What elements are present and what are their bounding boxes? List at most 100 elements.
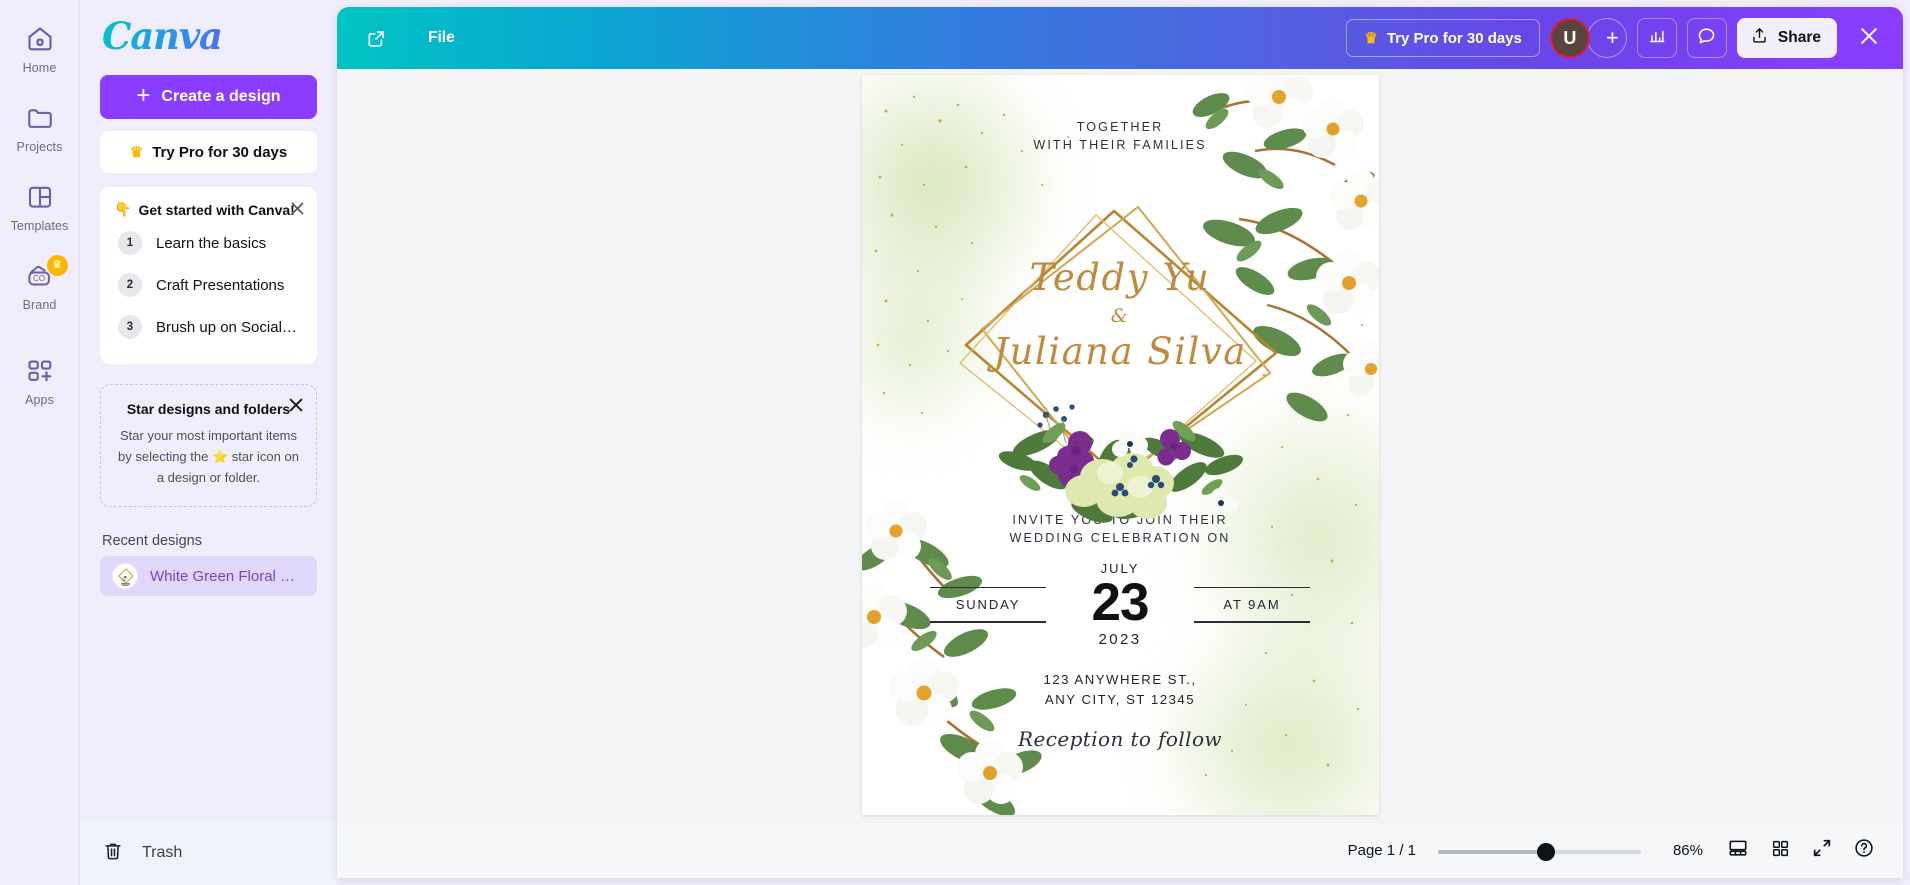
time-box[interactable]: AT 9AM bbox=[1186, 586, 1318, 623]
close-editor-button[interactable] bbox=[1849, 18, 1889, 58]
trash-icon bbox=[102, 840, 124, 867]
star-card-close-icon[interactable] bbox=[286, 395, 306, 415]
rule-bottom bbox=[930, 621, 1046, 623]
date-block: SUNDAY JULY 23 2023 AT 9AM bbox=[862, 561, 1379, 648]
time: AT 9AM bbox=[1223, 597, 1281, 613]
design-canvas-area[interactable]: TOGETHER WITH THEIR FAMILIES Teddy Yu & … bbox=[337, 69, 1903, 822]
editor-window: File ♛ Try Pro for 30 days U + Share TOG… bbox=[337, 7, 1903, 878]
sidebar-item-brand[interactable]: CO ♛ Brand bbox=[4, 255, 76, 312]
editor-bottombar: Page 1 / 1 86% bbox=[337, 822, 1903, 878]
zoom-level[interactable]: 86% bbox=[1663, 842, 1703, 859]
name-one: Teddy Yu bbox=[1029, 255, 1211, 299]
step-label: Learn the basics bbox=[156, 234, 267, 252]
year: 2023 bbox=[1098, 631, 1142, 649]
templates-icon bbox=[25, 182, 55, 212]
help-button[interactable] bbox=[1843, 830, 1885, 872]
get-started-item-2[interactable]: 2 Craft Presentations bbox=[114, 264, 303, 306]
center-date[interactable]: JULY 23 2023 bbox=[1054, 561, 1186, 648]
invitation-card[interactable]: TOGETHER WITH THEIR FAMILIES Teddy Yu & … bbox=[861, 75, 1379, 815]
canva-logo[interactable]: Canva bbox=[102, 18, 337, 55]
pointing-hand-icon: 👇 bbox=[114, 201, 132, 217]
rule-bottom bbox=[1194, 621, 1310, 623]
pro-crown-badge: ♛ bbox=[46, 255, 68, 276]
couple-names[interactable]: Teddy Yu & Juliana Silva bbox=[862, 259, 1379, 370]
star-card-body: Star your most important items by select… bbox=[118, 428, 299, 486]
star-designs-card: Star designs and folders Star your most … bbox=[100, 384, 317, 508]
crown-icon: ♛ bbox=[129, 144, 144, 161]
name-two: Juliana Silva bbox=[993, 329, 1247, 373]
home-icon bbox=[25, 24, 55, 54]
design-thumbnail bbox=[112, 563, 138, 590]
reception-text[interactable]: Reception to follow bbox=[1018, 727, 1222, 751]
canva-app: Home Projects Templates CO ♛ Brand Apps … bbox=[0, 0, 1910, 885]
close-icon bbox=[1859, 26, 1879, 51]
central-bouquet bbox=[998, 404, 1243, 523]
fullscreen-icon bbox=[1811, 837, 1833, 864]
get-started-item-3[interactable]: 3 Brush up on Social Me... bbox=[114, 306, 303, 348]
comments-button[interactable] bbox=[1686, 18, 1727, 58]
share-label: Share bbox=[1777, 29, 1821, 46]
sidebar-item-label: Templates bbox=[10, 219, 69, 233]
grid-view-icon bbox=[1770, 838, 1791, 864]
bar-chart-icon bbox=[1647, 26, 1667, 51]
step-label: Craft Presentations bbox=[156, 276, 285, 294]
get-started-header: 👇 Get started with Canva! bbox=[114, 201, 303, 218]
zoom-slider-fill bbox=[1438, 849, 1546, 854]
star-card-title: Star designs and folders bbox=[126, 401, 291, 417]
ampersand: & bbox=[1110, 304, 1130, 327]
page-counter: Page 1 / 1 bbox=[1347, 842, 1416, 859]
recent-designs-heading: Recent designs bbox=[102, 533, 202, 550]
address-text[interactable]: 123 ANYWHERE ST., ANY CITY, ST 12345 bbox=[1043, 670, 1196, 710]
sidebar-item-projects[interactable]: Projects bbox=[4, 103, 76, 154]
file-menu-button[interactable]: File bbox=[415, 22, 468, 54]
zoom-slider-handle[interactable] bbox=[1536, 842, 1555, 861]
side-panel: Canva + Create a design ♛ Try Pro for 30… bbox=[80, 0, 337, 885]
get-started-card: 👇 Get started with Canva! 1 Learn the ba… bbox=[100, 187, 317, 364]
step-number: 3 bbox=[118, 315, 142, 339]
sidebar-item-apps[interactable]: Apps bbox=[4, 356, 76, 407]
editor-topbar: File ♛ Try Pro for 30 days U + Share bbox=[337, 7, 1903, 69]
plus-icon: + bbox=[136, 82, 151, 109]
avatar[interactable]: U bbox=[1549, 18, 1590, 58]
sidebar-item-label: Home bbox=[22, 61, 57, 75]
grid-view-button[interactable] bbox=[1759, 830, 1801, 872]
create-a-design-button[interactable]: + Create a design bbox=[100, 75, 317, 119]
sidebar-item-label: Brand bbox=[22, 298, 57, 312]
try-pro-label: Try Pro for 30 days bbox=[152, 143, 288, 161]
add-people-button[interactable]: + bbox=[1586, 18, 1627, 58]
day-number: 23 bbox=[1091, 573, 1150, 633]
step-number: 1 bbox=[118, 231, 142, 255]
folder-icon bbox=[25, 103, 55, 133]
sidebar-item-label: Apps bbox=[25, 393, 54, 407]
try-pro-label: Try Pro for 30 days bbox=[1386, 29, 1522, 47]
day-name: SUNDAY bbox=[955, 597, 1021, 613]
recent-design-item[interactable]: White Green Floral Wat... bbox=[100, 556, 317, 597]
try-pro-sidebar-button[interactable]: ♛ Try Pro for 30 days bbox=[100, 131, 317, 173]
sidebar-item-templates[interactable]: Templates bbox=[4, 182, 76, 233]
insights-button[interactable] bbox=[1636, 18, 1677, 58]
plus-icon: + bbox=[1605, 25, 1619, 50]
get-started-close-icon[interactable] bbox=[287, 198, 307, 218]
day-name-box[interactable]: SUNDAY bbox=[922, 586, 1054, 623]
open-in-new-icon[interactable] bbox=[359, 21, 393, 55]
step-number: 2 bbox=[118, 273, 142, 297]
fullscreen-button[interactable] bbox=[1801, 830, 1843, 872]
try-pro-top-button[interactable]: ♛ Try Pro for 30 days bbox=[1346, 19, 1540, 57]
help-icon bbox=[1853, 837, 1875, 864]
upload-icon bbox=[1750, 26, 1769, 50]
left-rail: Home Projects Templates CO ♛ Brand Apps bbox=[0, 0, 80, 885]
topbar-right-group: ♛ Try Pro for 30 days U + Share bbox=[1346, 18, 1889, 58]
apps-icon bbox=[25, 356, 55, 386]
crown-icon: ♛ bbox=[1364, 30, 1378, 47]
sidebar-item-home[interactable]: Home bbox=[4, 24, 76, 75]
trash-item[interactable]: Trash bbox=[80, 821, 337, 885]
step-label: Brush up on Social Me... bbox=[156, 318, 299, 336]
get-started-item-1[interactable]: 1 Learn the basics bbox=[114, 222, 303, 264]
comment-icon bbox=[1696, 25, 1717, 51]
get-started-title: Get started with Canva! bbox=[138, 201, 295, 218]
notes-view-button[interactable] bbox=[1717, 830, 1759, 872]
svg-text:CO: CO bbox=[33, 274, 45, 283]
panel-spacer bbox=[80, 596, 337, 821]
zoom-slider[interactable] bbox=[1438, 841, 1641, 861]
share-button[interactable]: Share bbox=[1736, 18, 1837, 58]
